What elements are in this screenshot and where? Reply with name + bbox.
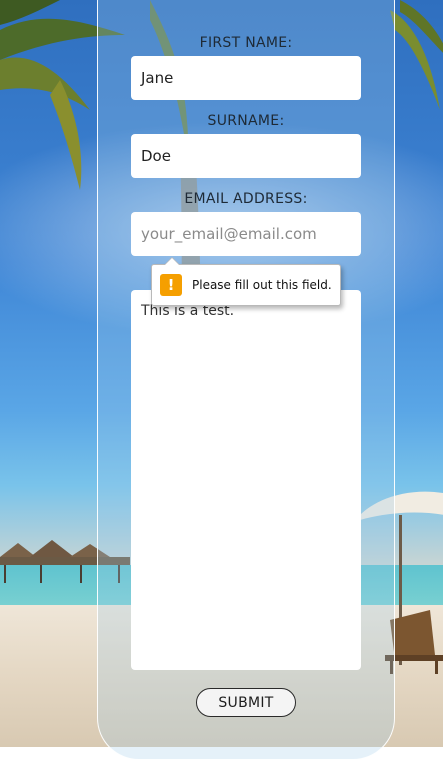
first-name-value: Jane [141,69,174,87]
palm-leaves-right [390,0,443,110]
surname-field[interactable]: Doe [131,134,361,178]
message-textarea[interactable]: This is a test. [131,290,361,670]
validation-tooltip: ! Please fill out this field. [151,257,341,306]
surname-label: SURNAME: [207,113,285,129]
first-name-label: FIRST NAME: [199,35,293,51]
email-label: EMAIL ADDRESS: [184,191,308,207]
validation-message: Please fill out this field. [192,278,332,292]
surname-value: Doe [141,147,171,165]
first-name-field[interactable]: Jane [131,56,361,100]
submit-button[interactable]: SUBMIT [196,688,296,717]
email-field[interactable]: your_email@email.com [131,212,361,256]
warning-icon: ! [160,274,182,296]
email-placeholder: your_email@email.com [141,225,317,243]
